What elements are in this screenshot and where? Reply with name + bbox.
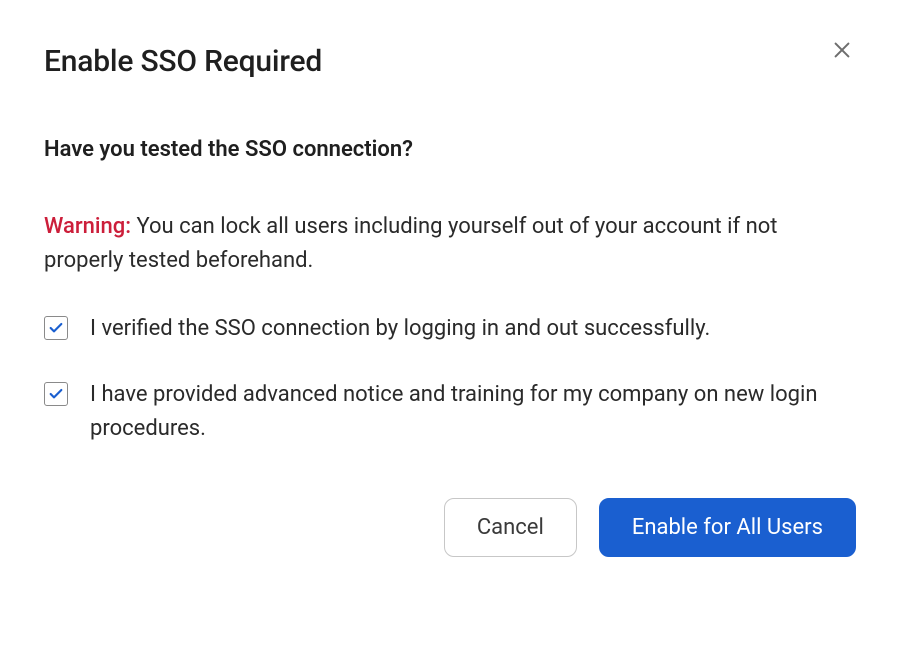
close-icon	[831, 39, 853, 61]
check-item-notice: I have provided advanced notice and trai…	[44, 378, 856, 446]
enable-sso-dialog: Enable SSO Required Have you tested the …	[0, 0, 900, 601]
enable-all-users-button[interactable]: Enable for All Users	[599, 498, 856, 557]
warning-label: Warning:	[44, 214, 131, 239]
check-label-verified[interactable]: I verified the SSO connection by logging…	[90, 312, 710, 346]
check-label-notice[interactable]: I have provided advanced notice and trai…	[90, 378, 856, 446]
close-button[interactable]	[828, 36, 856, 64]
check-icon	[48, 320, 64, 336]
checkbox-notice[interactable]	[44, 382, 68, 406]
check-item-verified: I verified the SSO connection by logging…	[44, 312, 856, 346]
warning-text: You can lock all users including yoursel…	[44, 214, 778, 273]
dialog-subheading: Have you tested the SSO connection?	[44, 137, 856, 162]
button-row: Cancel Enable for All Users	[44, 498, 856, 557]
cancel-button[interactable]: Cancel	[444, 498, 577, 557]
warning-message: Warning: You can lock all users includin…	[44, 210, 856, 278]
dialog-title: Enable SSO Required	[44, 44, 856, 79]
check-icon	[48, 386, 64, 402]
checklist: I verified the SSO connection by logging…	[44, 312, 856, 446]
checkbox-verified[interactable]	[44, 316, 68, 340]
